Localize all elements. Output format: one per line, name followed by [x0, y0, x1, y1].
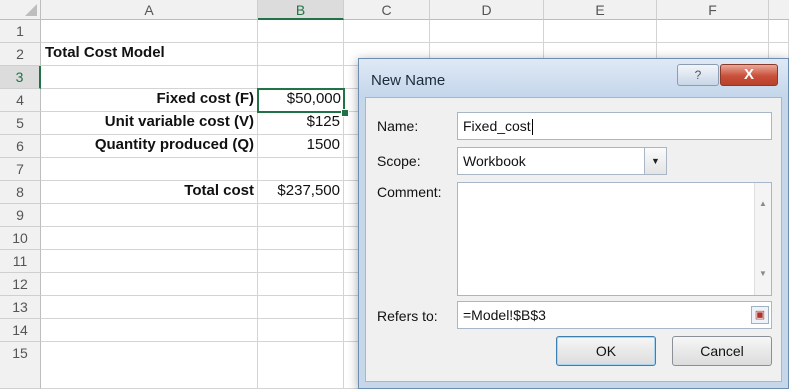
grid-cell[interactable] — [41, 158, 258, 181]
name-input[interactable]: Fixed_cost — [457, 112, 772, 140]
row-header-2[interactable]: 2 — [0, 43, 41, 66]
row-header-11[interactable]: 11 — [0, 250, 41, 273]
grid-cell[interactable] — [258, 43, 344, 66]
grid-cell[interactable] — [258, 273, 344, 296]
grid-cell[interactable] — [41, 342, 258, 389]
row-header-4[interactable]: 4 — [0, 89, 41, 112]
name-input-value: Fixed_cost — [463, 118, 531, 134]
cell-b4[interactable]: $125 — [258, 111, 344, 134]
cell-a3[interactable]: Fixed cost (F) — [41, 88, 258, 111]
row-header-10[interactable]: 10 — [0, 227, 41, 250]
cell-b5[interactable]: 1500 — [258, 134, 344, 157]
cell-a4[interactable]: Unit variable cost (V) — [41, 111, 258, 134]
grid-cell[interactable] — [41, 204, 258, 227]
grid-cell[interactable] — [258, 250, 344, 273]
refers-to-value: =Model!$B$3 — [463, 307, 546, 323]
row-header-13[interactable]: 13 — [0, 296, 41, 319]
column-header-b[interactable]: B — [258, 0, 344, 20]
grid-cell[interactable] — [41, 273, 258, 296]
comment-label: Comment: — [377, 184, 442, 200]
column-header-e[interactable]: E — [544, 0, 657, 20]
grid-cell[interactable] — [657, 20, 769, 43]
select-all-corner[interactable] — [0, 0, 41, 20]
row-header-8[interactable]: 8 — [0, 181, 41, 204]
row-header-7[interactable]: 7 — [0, 158, 41, 181]
cell-b3[interactable]: $50,000 — [257, 88, 345, 113]
dropdown-arrow-icon[interactable]: ▼ — [644, 148, 666, 174]
grid-cell[interactable] — [41, 319, 258, 342]
grid-cell[interactable] — [258, 66, 344, 89]
grid-cell[interactable] — [258, 227, 344, 250]
grid-cell[interactable] — [258, 158, 344, 181]
scope-dropdown[interactable]: Workbook ▼ — [457, 147, 667, 175]
column-header-a[interactable]: A — [41, 0, 258, 20]
collapse-dialog-icon[interactable]: ▣ — [751, 306, 769, 324]
grid-cell[interactable] — [544, 20, 657, 43]
close-button[interactable]: X — [720, 64, 778, 86]
scroll-up-icon[interactable]: ▲ — [759, 191, 767, 217]
column-header-f[interactable]: F — [657, 0, 769, 20]
dialog-title: New Name — [371, 72, 446, 89]
comment-textarea[interactable]: ▲ ▼ — [457, 182, 772, 296]
comment-scrollbar[interactable]: ▲ ▼ — [754, 183, 771, 295]
cell-a5[interactable]: Quantity produced (Q) — [41, 134, 258, 157]
row-header-9[interactable]: 9 — [0, 204, 41, 227]
grid-cell[interactable] — [258, 319, 344, 342]
row-header-3[interactable]: 3 — [0, 66, 41, 89]
name-label: Name: — [377, 118, 419, 134]
row-header-15[interactable]: 15 — [0, 342, 41, 389]
row-header-1[interactable]: 1 — [0, 20, 41, 43]
row-header-14[interactable]: 14 — [0, 319, 41, 342]
refers-to-input[interactable]: =Model!$B$3 ▣ — [457, 301, 772, 329]
grid-cell[interactable] — [769, 20, 789, 43]
grid-cell[interactable] — [41, 250, 258, 273]
column-header-d[interactable]: D — [430, 0, 544, 20]
column-header-next[interactable] — [769, 0, 789, 20]
row-header-6[interactable]: 6 — [0, 135, 41, 158]
text-caret — [531, 119, 533, 136]
dialog-body: Name: Fixed_cost Scope: Workbook ▼ Comme… — [365, 97, 782, 382]
grid-cell[interactable] — [41, 227, 258, 250]
new-name-dialog: New Name ? X Name: Fixed_cost Scope: Wor… — [358, 58, 789, 389]
row-header-12[interactable]: 12 — [0, 273, 41, 296]
scope-label: Scope: — [377, 153, 421, 169]
refers-to-label: Refers to: — [377, 308, 438, 324]
close-icon: X — [743, 66, 754, 83]
grid-cell[interactable] — [430, 20, 544, 43]
dialog-titlebar[interactable]: New Name ? X — [359, 59, 788, 97]
grid-cell[interactable] — [41, 296, 258, 319]
grid-cell[interactable] — [258, 204, 344, 227]
grid-cell[interactable] — [344, 20, 430, 43]
grid-cell[interactable] — [41, 20, 258, 43]
grid-cell[interactable] — [258, 342, 344, 389]
grid-cell[interactable] — [258, 20, 344, 43]
fill-handle[interactable] — [341, 109, 349, 117]
scope-value: Workbook — [463, 153, 526, 169]
column-header-c[interactable]: C — [344, 0, 430, 20]
grid-cell[interactable] — [258, 296, 344, 319]
scroll-down-icon[interactable]: ▼ — [759, 261, 767, 287]
row-header-5[interactable]: 5 — [0, 112, 41, 135]
cell-a1[interactable]: Total Cost Model — [41, 42, 258, 65]
help-button[interactable]: ? — [677, 64, 719, 86]
cell-b7[interactable]: $237,500 — [258, 180, 344, 203]
cancel-button[interactable]: Cancel — [672, 336, 772, 366]
ok-button[interactable]: OK — [556, 336, 656, 366]
grid-cell[interactable] — [41, 66, 258, 89]
cell-a7[interactable]: Total cost — [41, 180, 258, 203]
help-icon: ? — [694, 68, 702, 82]
